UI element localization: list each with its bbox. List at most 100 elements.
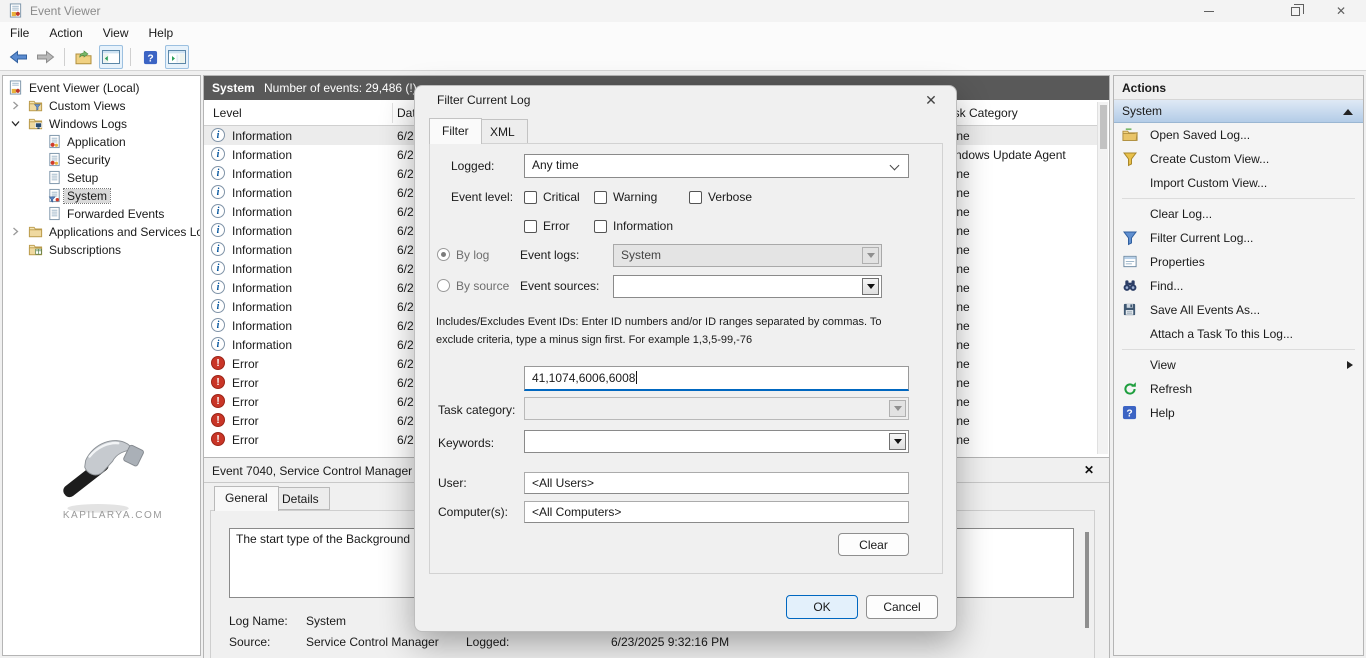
cancel-button[interactable]: Cancel — [866, 595, 938, 619]
show-action-pane-button[interactable] — [165, 45, 189, 69]
export-log-button[interactable] — [72, 45, 96, 69]
action-label: Filter Current Log... — [1150, 231, 1253, 245]
chevron-right-icon[interactable] — [11, 227, 20, 236]
action-find[interactable]: Find... — [1114, 274, 1363, 298]
log-icon — [47, 134, 62, 149]
tree-item-application[interactable]: Application — [3, 133, 200, 151]
actions-section-system[interactable]: System — [1114, 100, 1363, 123]
ids-help-line2: exclude criteria, type a minus sign firs… — [436, 334, 752, 346]
tree-item-setup[interactable]: Setup — [3, 169, 200, 187]
action-attach-task[interactable]: Attach a Task To this Log... — [1114, 322, 1363, 346]
tree-item-root[interactable]: Event Viewer (Local) — [3, 79, 200, 97]
close-button[interactable]: ✕ — [1318, 0, 1364, 22]
clear-button[interactable]: Clear — [838, 533, 909, 556]
checkbox-information[interactable] — [594, 220, 607, 233]
event-viewer-icon — [8, 80, 23, 95]
user-input[interactable]: <All Users> — [524, 472, 909, 494]
column-divider[interactable] — [392, 103, 393, 123]
event-ids-input[interactable]: 41,1074,6006,6008 — [524, 366, 909, 391]
event-list-scrollbar[interactable] — [1097, 102, 1108, 454]
tab-xml[interactable]: XML — [477, 119, 528, 144]
date-text: 6/2 — [397, 167, 414, 181]
tab-details[interactable]: Details — [271, 487, 330, 510]
dialog-close-icon[interactable]: ✕ — [920, 92, 942, 112]
checkbox-critical[interactable] — [524, 191, 537, 204]
collapse-icon[interactable] — [1343, 109, 1353, 115]
column-level[interactable]: Level — [213, 106, 242, 120]
keywords-combobox[interactable] — [524, 430, 909, 453]
menu-help[interactable]: Help — [139, 23, 184, 43]
action-refresh[interactable]: Refresh — [1114, 377, 1363, 401]
scrollbar-thumb[interactable] — [1100, 105, 1107, 149]
checkbox-warning-label: Warning — [613, 190, 657, 204]
date-text: 6/2 — [397, 262, 414, 276]
date-text: 6/2 — [397, 243, 414, 257]
tab-filter[interactable]: Filter — [429, 118, 482, 144]
checkbox-warning[interactable] — [594, 191, 607, 204]
tree-item-apps-services-logs[interactable]: Applications and Services Lo — [3, 223, 200, 241]
restore-button[interactable] — [1272, 0, 1318, 22]
log-name-value: System — [306, 614, 346, 628]
log-icon — [47, 152, 62, 167]
dropdown-icon[interactable] — [862, 278, 879, 295]
event-sources-combobox[interactable] — [613, 275, 882, 298]
radio-by-log[interactable] — [437, 248, 450, 261]
action-label: Save All Events As... — [1150, 303, 1260, 317]
forward-button[interactable] — [33, 45, 57, 69]
event-logs-combobox: System — [613, 244, 882, 267]
tree-item-forwarded-events[interactable]: Forwarded Events — [3, 205, 200, 223]
back-button[interactable] — [6, 45, 30, 69]
computers-input[interactable]: <All Computers> — [524, 501, 909, 523]
action-clear-log[interactable]: Clear Log... — [1114, 202, 1363, 226]
tree-label: Event Viewer (Local) — [29, 79, 140, 97]
minimize-button[interactable] — [1186, 0, 1232, 22]
tree-item-security[interactable]: Security — [3, 151, 200, 169]
menu-action[interactable]: Action — [39, 23, 92, 43]
watermark: KAPILARYA.COM — [43, 424, 183, 521]
date-text: 6/2 — [397, 186, 414, 200]
tree-item-custom-views[interactable]: Custom Views — [3, 97, 200, 115]
preview-scrollbar-thumb[interactable] — [1085, 532, 1089, 628]
tree-item-subscriptions[interactable]: Subscriptions — [3, 241, 200, 259]
svg-text:?: ? — [147, 53, 153, 64]
window-title: Event Viewer — [30, 4, 100, 18]
action-properties[interactable]: Properties — [1114, 250, 1363, 274]
dropdown-icon[interactable] — [889, 433, 906, 450]
menu-file[interactable]: File — [0, 23, 39, 43]
log-icon — [47, 206, 62, 221]
menu-view[interactable]: View — [93, 23, 139, 43]
action-filter-current-log[interactable]: Filter Current Log... — [1114, 226, 1363, 250]
tree-label: Applications and Services Lo — [49, 223, 201, 241]
action-import-custom-view[interactable]: Import Custom View... — [1114, 171, 1363, 195]
level-icon — [211, 375, 225, 389]
task-category-text: Windows Update Agent — [941, 148, 1066, 162]
checkbox-verbose[interactable] — [689, 191, 702, 204]
tab-general[interactable]: General — [214, 486, 279, 511]
logged-combobox[interactable]: Any time — [524, 154, 909, 178]
action-view[interactable]: View — [1114, 353, 1363, 377]
date-text: 6/2 — [397, 319, 414, 333]
checkbox-error[interactable] — [524, 220, 537, 233]
action-label: Create Custom View... — [1150, 152, 1269, 166]
open-folder-icon — [1122, 127, 1142, 143]
show-console-tree-button[interactable] — [99, 45, 123, 69]
tree-label: Application — [67, 133, 126, 151]
tree-item-system[interactable]: System — [3, 187, 200, 205]
date-text: 6/2 — [397, 129, 414, 143]
ok-button[interactable]: OK — [786, 595, 858, 619]
checkbox-error-label: Error — [543, 219, 570, 233]
level-icon — [211, 394, 225, 408]
logged-label: Logged: — [466, 635, 509, 649]
action-help[interactable]: ? Help — [1114, 401, 1363, 425]
chevron-right-icon[interactable] — [11, 101, 20, 110]
action-open-saved-log[interactable]: Open Saved Log... — [1114, 123, 1363, 147]
chevron-down-icon[interactable] — [11, 119, 20, 128]
action-create-custom-view[interactable]: Create Custom View... — [1114, 147, 1363, 171]
date-text: 6/2 — [397, 395, 414, 409]
action-save-all-events-as[interactable]: Save All Events As... — [1114, 298, 1363, 322]
preview-close-icon[interactable]: ✕ — [1084, 463, 1094, 477]
tree-item-windows-logs[interactable]: Windows Logs — [3, 115, 200, 133]
radio-by-source[interactable] — [437, 279, 450, 292]
tree-label: Custom Views — [49, 97, 125, 115]
help-button[interactable]: ? — [138, 45, 162, 69]
